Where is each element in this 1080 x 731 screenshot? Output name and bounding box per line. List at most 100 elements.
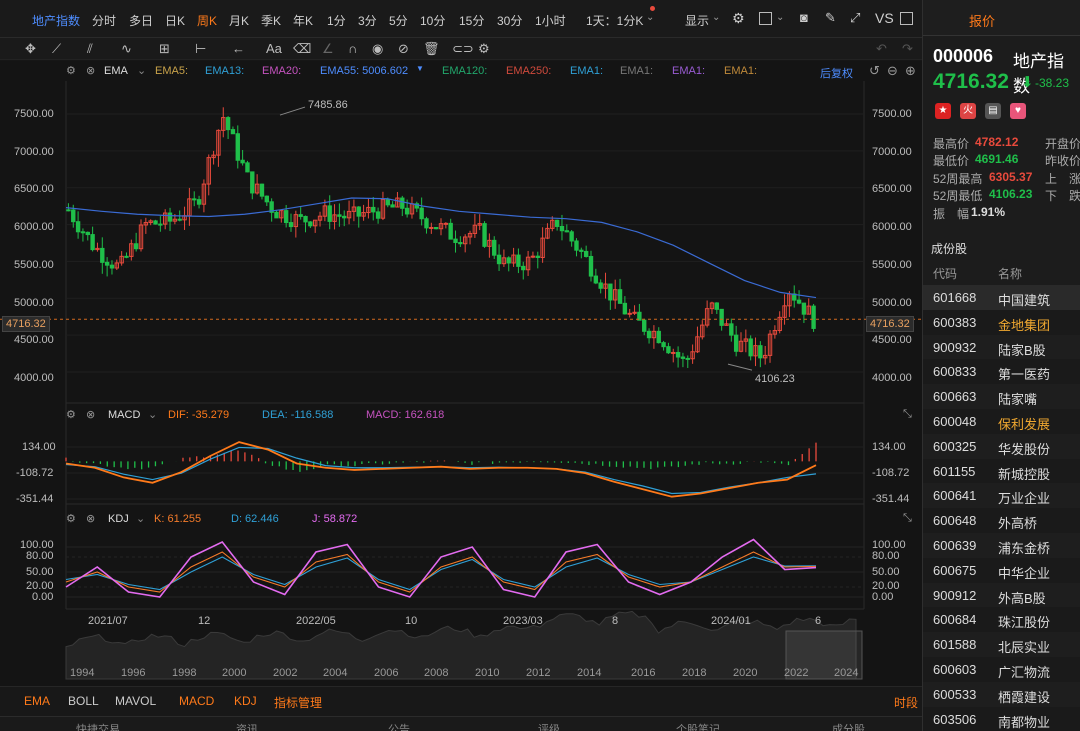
horizontal-icon[interactable]: ⊢ — [195, 41, 206, 57]
constituent-row[interactable]: 600833 第一医药 — [923, 359, 1080, 385]
macd-title[interactable]: MACD — [108, 409, 140, 421]
kdj-title[interactable]: KDJ — [108, 513, 129, 525]
tab-notes[interactable]: 个股笔记 — [676, 721, 720, 731]
constituent-row[interactable]: 600675 中华企业 — [923, 557, 1080, 583]
indicator-boll[interactable]: BOLL — [68, 694, 99, 708]
chart-area[interactable]: ⚙ ⊗ EMA ⌄ EMA5: EMA13: EMA20: EMA55: 500… — [0, 61, 922, 686]
note-icon[interactable]: ▤ — [985, 103, 1001, 119]
indicator-ema[interactable]: EMA — [24, 694, 50, 708]
trash-icon[interactable]: 🗑 — [423, 41, 440, 57]
text-icon[interactable]: Aa — [266, 41, 282, 56]
interval-dropdown[interactable]: 1天：1分K — [586, 12, 643, 29]
panel-toggle-icon[interactable] — [900, 12, 913, 25]
tab-3min[interactable]: 3分 — [358, 12, 377, 29]
gear-icon[interactable]: ⚙ — [478, 41, 490, 57]
tab-yuek[interactable]: 月K — [229, 12, 249, 29]
line-icon[interactable]: ⟋ — [52, 41, 61, 57]
indicator-kdj[interactable]: KDJ — [234, 694, 257, 708]
gear-icon[interactable]: ⚙ — [66, 512, 76, 525]
gear-icon[interactable]: ⚙ — [66, 408, 76, 421]
layout-icon[interactable] — [759, 12, 772, 25]
constituent-row[interactable]: 900912 外高B股 — [923, 582, 1080, 608]
ruler-icon[interactable]: ∠ — [322, 41, 334, 57]
tab-1hour[interactable]: 1小时 — [535, 12, 566, 29]
tab-fenshi[interactable]: 分时 — [92, 12, 116, 29]
close-icon[interactable]: ⊗ — [86, 408, 95, 421]
tab-1min[interactable]: 1分 — [327, 12, 346, 29]
tab-news[interactable]: 资讯 — [236, 721, 258, 731]
indicator-macd[interactable]: MACD — [179, 694, 214, 708]
channel-icon[interactable]: ⫽ — [87, 41, 93, 57]
constituent-name: 保利发展 — [998, 417, 1051, 432]
ema-legend-title[interactable]: EMA — [104, 65, 128, 77]
camera-icon[interactable]: ◙ — [800, 10, 808, 25]
hide-icon[interactable]: ⊘ — [398, 41, 409, 57]
eraser-icon[interactable]: ⌫ — [293, 41, 311, 57]
constituent-row[interactable]: 600684 珠江股份 — [923, 607, 1080, 633]
tab-quote[interactable]: 报价 — [969, 11, 995, 30]
indicator-mavol[interactable]: MAVOL — [115, 694, 156, 708]
indicator-manage[interactable]: 指标管理 — [274, 694, 322, 711]
constituent-row[interactable]: 900932 陆家B股 — [923, 334, 1080, 360]
tab-zhouk[interactable]: 周K — [197, 12, 217, 29]
tab-constituents[interactable]: 成分股 — [832, 721, 865, 731]
constituent-row[interactable]: 601668 中国建筑 — [923, 285, 1080, 310]
adjust-selector[interactable]: 后复权 — [820, 65, 853, 81]
zoom-in-icon[interactable]: ⊕ — [905, 63, 916, 79]
tab-10min[interactable]: 10分 — [420, 12, 445, 29]
y-tick-left: 5500.00 — [14, 259, 54, 271]
wave-icon[interactable]: ∿ — [121, 41, 132, 57]
tab-announce[interactable]: 公告 — [388, 721, 410, 731]
constituent-row[interactable]: 603506 南都物业 — [923, 706, 1080, 731]
heart-icon[interactable]: ♥ — [1010, 103, 1026, 119]
tab-niank[interactable]: 年K — [293, 12, 313, 29]
gear-icon[interactable]: ⚙ — [66, 64, 76, 77]
tab-30min[interactable]: 30分 — [497, 12, 522, 29]
tab-quick-trade[interactable]: 快捷交易 — [76, 721, 120, 731]
pencil-icon[interactable]: ✎ — [825, 10, 836, 26]
tab-jik[interactable]: 季K — [261, 12, 281, 29]
constituent-row[interactable]: 600603 广汇物流 — [923, 657, 1080, 682]
tab-5min[interactable]: 5分 — [389, 12, 408, 29]
fire-icon[interactable]: 火 — [960, 103, 976, 119]
arrow-icon[interactable]: ← — [232, 41, 245, 56]
redo-icon[interactable]: ↷ — [902, 41, 913, 57]
period-button[interactable]: 时段 — [894, 694, 918, 711]
constituent-row[interactable]: 600648 外高桥 — [923, 508, 1080, 533]
constituent-row[interactable]: 601588 北辰实业 — [923, 632, 1080, 657]
constituent-row[interactable]: 600663 陆家嘴 — [923, 384, 1080, 409]
display-menu[interactable]: 显示 — [685, 12, 709, 29]
measure-icon[interactable]: ⊞ — [159, 41, 170, 57]
expand-icon[interactable]: ⤡ — [903, 512, 912, 525]
stat-label: 昨收价 — [1045, 154, 1080, 168]
close-icon[interactable]: ⊗ — [86, 512, 95, 525]
reset-icon[interactable]: ↺ — [869, 63, 880, 79]
constituent-row[interactable]: 600641 万业企业 — [923, 483, 1080, 509]
constituent-row[interactable]: 600325 华发股份 — [923, 433, 1080, 459]
constituent-row[interactable]: 600639 浦东金桥 — [923, 533, 1080, 558]
undo-icon[interactable]: ↶ — [876, 41, 887, 57]
tab-15min[interactable]: 15分 — [459, 12, 484, 29]
link-icon[interactable]: ⊂⊃ — [452, 41, 474, 57]
ema20-legend: EMA20: — [262, 65, 302, 77]
constituent-row[interactable]: 600048 保利发展 — [923, 409, 1080, 434]
zoom-out-icon[interactable]: ⊖ — [887, 63, 898, 79]
gear-icon[interactable]: ⚙ — [732, 10, 745, 27]
constituent-row[interactable]: 600533 栖霞建设 — [923, 681, 1080, 707]
expand-icon[interactable]: ⤡ — [903, 408, 912, 421]
constituent-name: 外高桥 — [998, 516, 1038, 532]
compare-button[interactable]: VS — [875, 10, 894, 26]
tab-rik[interactable]: 日K — [165, 12, 185, 29]
fullscreen-icon[interactable]: ⤢ — [850, 10, 860, 26]
close-icon[interactable]: ⊗ — [86, 64, 95, 77]
magnet-icon[interactable]: ∩ — [348, 41, 357, 56]
move-icon[interactable]: ✥ — [25, 41, 36, 57]
tab-rating[interactable]: 评级 — [538, 721, 560, 731]
macd-y-tick: -351.44 — [872, 493, 910, 505]
constituent-row[interactable]: 600383 金地集团 — [923, 309, 1080, 335]
constituent-row[interactable]: 601155 新城控股 — [923, 458, 1080, 484]
eye-icon[interactable]: ◉ — [372, 41, 383, 57]
tab-duori[interactable]: 多日 — [129, 12, 153, 29]
stat-amplitude: 1.91% — [971, 205, 1006, 219]
symbol-selector[interactable]: 地产指数 — [32, 12, 80, 29]
